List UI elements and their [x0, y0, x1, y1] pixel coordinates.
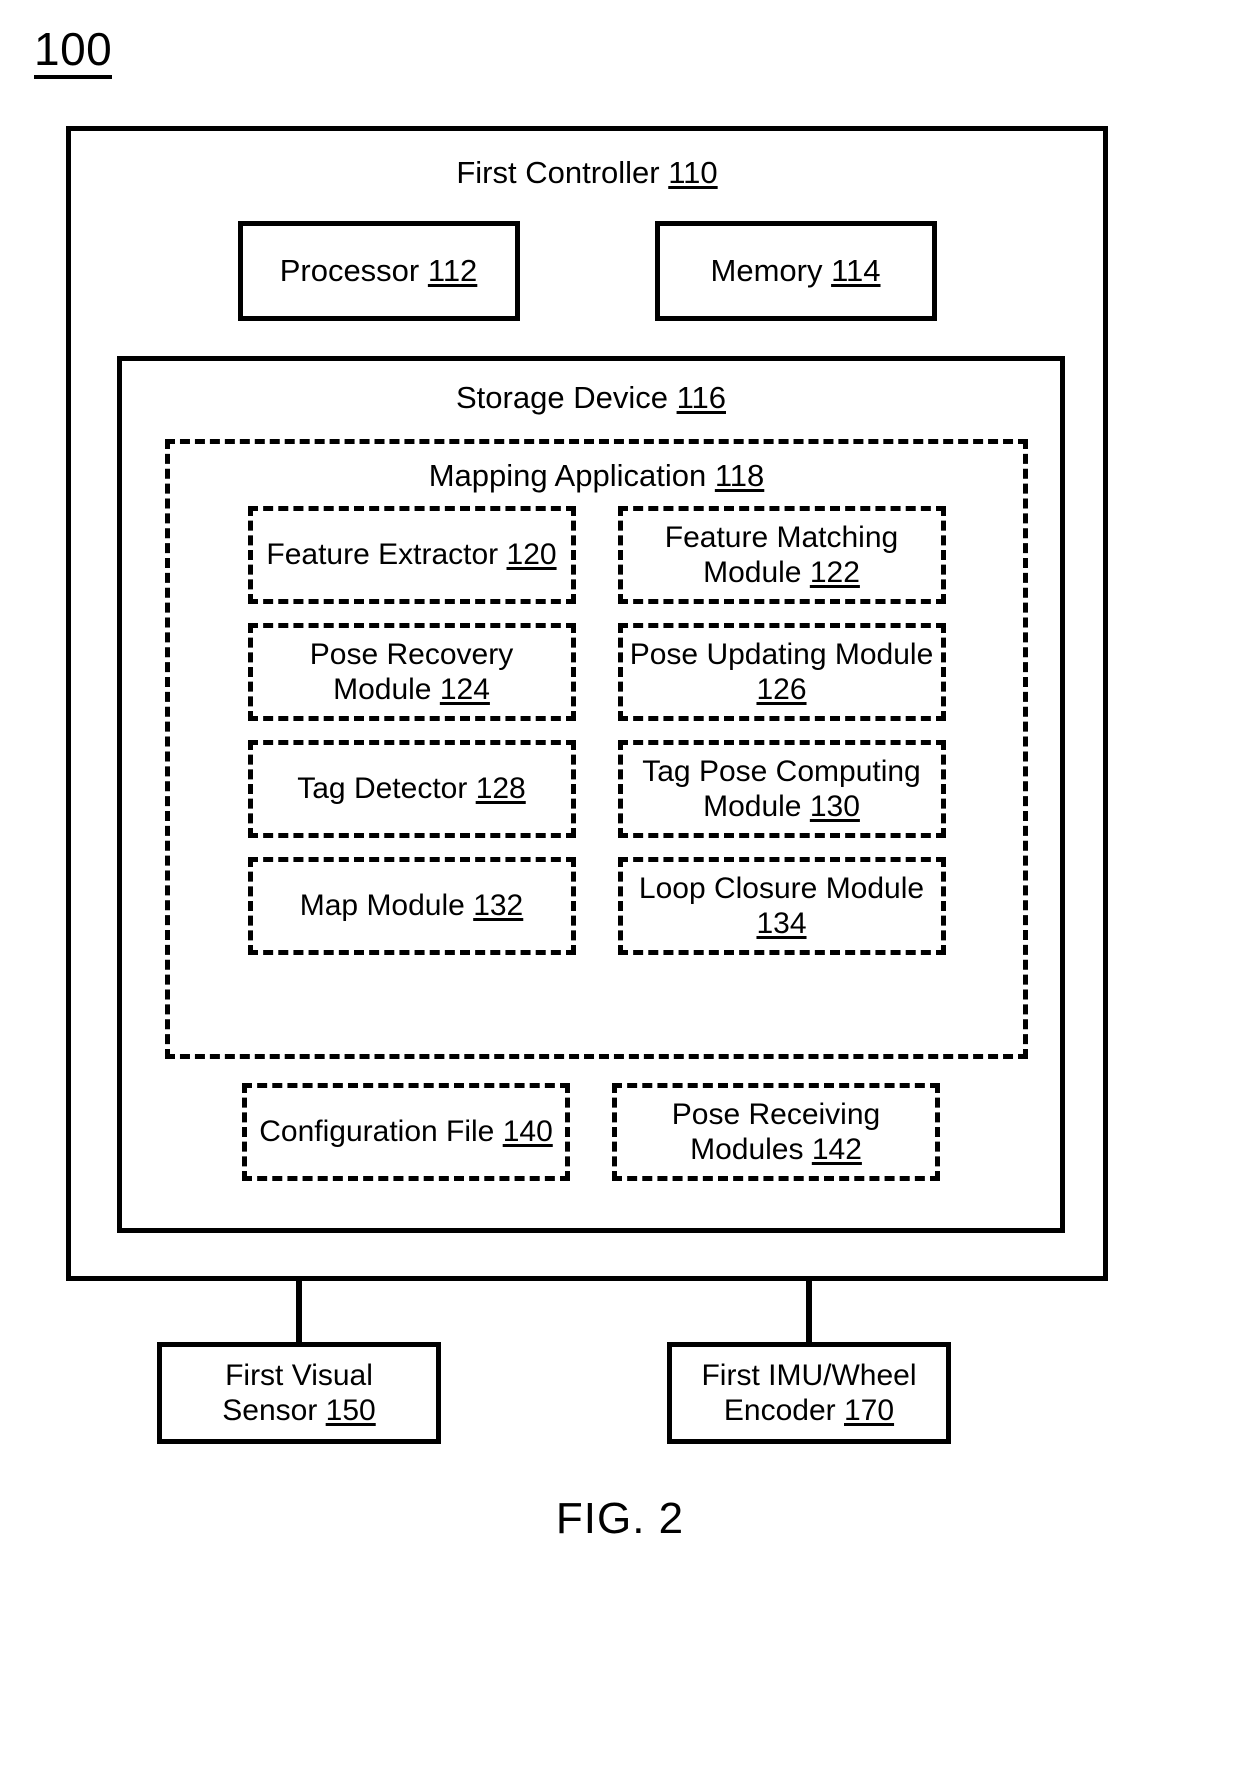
pose-updating-module-box: Pose Updating Module 126	[617, 623, 946, 721]
processor-label: Processor	[279, 253, 420, 288]
connector-imu-encoder	[806, 1281, 812, 1343]
mapping-application-box: Mapping Application 118 Feature Extracto…	[165, 439, 1028, 1059]
configuration-file-label-1: Configuration File	[259, 1115, 495, 1149]
first-visual-sensor-ref: 150	[325, 1394, 376, 1427]
first-imu-wheel-encoder-box: First IMU/Wheel Encoder 170	[667, 1342, 951, 1444]
first-imu-wheel-encoder-ref: 170	[844, 1394, 895, 1427]
storage-device-title: Storage Device 116	[122, 380, 1060, 416]
loop-closure-module-box: Loop Closure Module 134	[617, 857, 946, 955]
module-row-1: Feature Extractor 120 Feature Matching Mod…	[247, 506, 946, 604]
feature-matching-module-box: Feature Matching Module 122	[617, 506, 946, 604]
tag-pose-computing-module-box: Tag Pose Computing Module 130	[617, 740, 946, 838]
first-controller-box: First Controller 110 Processor 112 Memor…	[66, 126, 1108, 1281]
storage-file-row: Configuration File 140 Pose Receiving Modu…	[122, 1083, 1060, 1181]
memory-label: Memory	[710, 253, 823, 288]
figure-system-reference: 100	[34, 26, 113, 79]
module-grid: Feature Extractor 120 Feature Matching Mod…	[170, 506, 1023, 955]
tag-pose-computing-module-label-2: Module	[703, 790, 802, 823]
feature-extractor-box: Feature Extractor 120	[247, 506, 576, 604]
pose-recovery-module-label-2: Module	[333, 673, 432, 706]
connector-visual-sensor	[296, 1281, 302, 1343]
memory-ref: 114	[831, 253, 881, 288]
feature-matching-module-label-1: Feature Matching	[664, 520, 899, 554]
tag-pose-computing-module-ref: 130	[809, 790, 860, 823]
feature-extractor-label-1: Feature Extractor	[266, 538, 499, 572]
configuration-file-box: Configuration File 140	[242, 1083, 570, 1181]
pose-receiving-modules-label-1: Pose Receiving	[671, 1097, 881, 1131]
pose-receiving-modules-label-2: Modules	[690, 1133, 804, 1166]
first-visual-sensor-line2: Sensor	[222, 1394, 318, 1427]
figure-caption: FIG. 2	[555, 1494, 685, 1543]
memory-box: Memory 114	[654, 221, 937, 321]
map-module-label-1: Map Module	[299, 889, 465, 923]
first-visual-sensor-box: First Visual Sensor 150	[157, 1342, 441, 1444]
first-imu-wheel-encoder-line2: Encoder	[723, 1394, 836, 1427]
mapping-application-title-ref: 118	[714, 458, 765, 493]
module-row-2: Pose Recovery Module 124 Pose Updating Mod…	[247, 623, 946, 721]
pose-recovery-module-box: Pose Recovery Module 124	[247, 623, 576, 721]
mapping-application-title: Mapping Application 118	[170, 458, 1023, 494]
mapping-application-title-label: Mapping Application	[428, 458, 707, 493]
pose-recovery-module-label-1: Pose Recovery	[309, 637, 514, 671]
pose-recovery-module-ref: 124	[439, 673, 490, 706]
first-controller-title-label: First Controller	[456, 155, 660, 190]
first-imu-wheel-encoder-line1: First IMU/Wheel	[701, 1358, 917, 1392]
processor-ref: 112	[427, 253, 478, 288]
feature-matching-module-label-2: Module	[703, 556, 802, 589]
first-controller-title: First Controller 110	[71, 155, 1103, 191]
storage-device-box: Storage Device 116 Mapping Application 1…	[117, 356, 1065, 1233]
loop-closure-module-label-1: Loop Closure Module	[638, 871, 925, 905]
pose-receiving-modules-box: Pose Receiving Modules 142	[612, 1083, 940, 1181]
first-controller-title-ref: 110	[668, 155, 718, 190]
storage-device-title-ref: 116	[676, 380, 726, 415]
pose-updating-module-ref: 126	[756, 673, 807, 706]
loop-closure-module-ref: 134	[756, 907, 807, 940]
pose-receiving-modules-ref: 142	[811, 1133, 862, 1166]
configuration-file-ref: 140	[502, 1115, 553, 1149]
storage-device-title-label: Storage Device	[456, 380, 668, 415]
module-row-3: Tag Detector 128 Tag Pose Computing Module…	[247, 740, 946, 838]
pose-updating-module-label-1: Pose Updating Module	[629, 637, 934, 671]
feature-extractor-ref: 120	[506, 538, 557, 572]
processor-memory-row: Processor 112 Memory 114	[71, 221, 1103, 321]
first-visual-sensor-line1: First Visual	[225, 1358, 373, 1392]
tag-detector-label-1: Tag Detector	[297, 772, 468, 806]
tag-detector-box: Tag Detector 128	[247, 740, 576, 838]
map-module-box: Map Module 132	[247, 857, 576, 955]
tag-detector-ref: 128	[475, 772, 526, 806]
tag-pose-computing-module-label-1: Tag Pose Computing	[642, 754, 921, 788]
module-row-4: Map Module 132 Loop Closure Module 134	[247, 857, 946, 955]
map-module-ref: 132	[473, 889, 524, 923]
processor-box: Processor 112	[237, 221, 520, 321]
feature-matching-module-ref: 122	[809, 556, 860, 589]
